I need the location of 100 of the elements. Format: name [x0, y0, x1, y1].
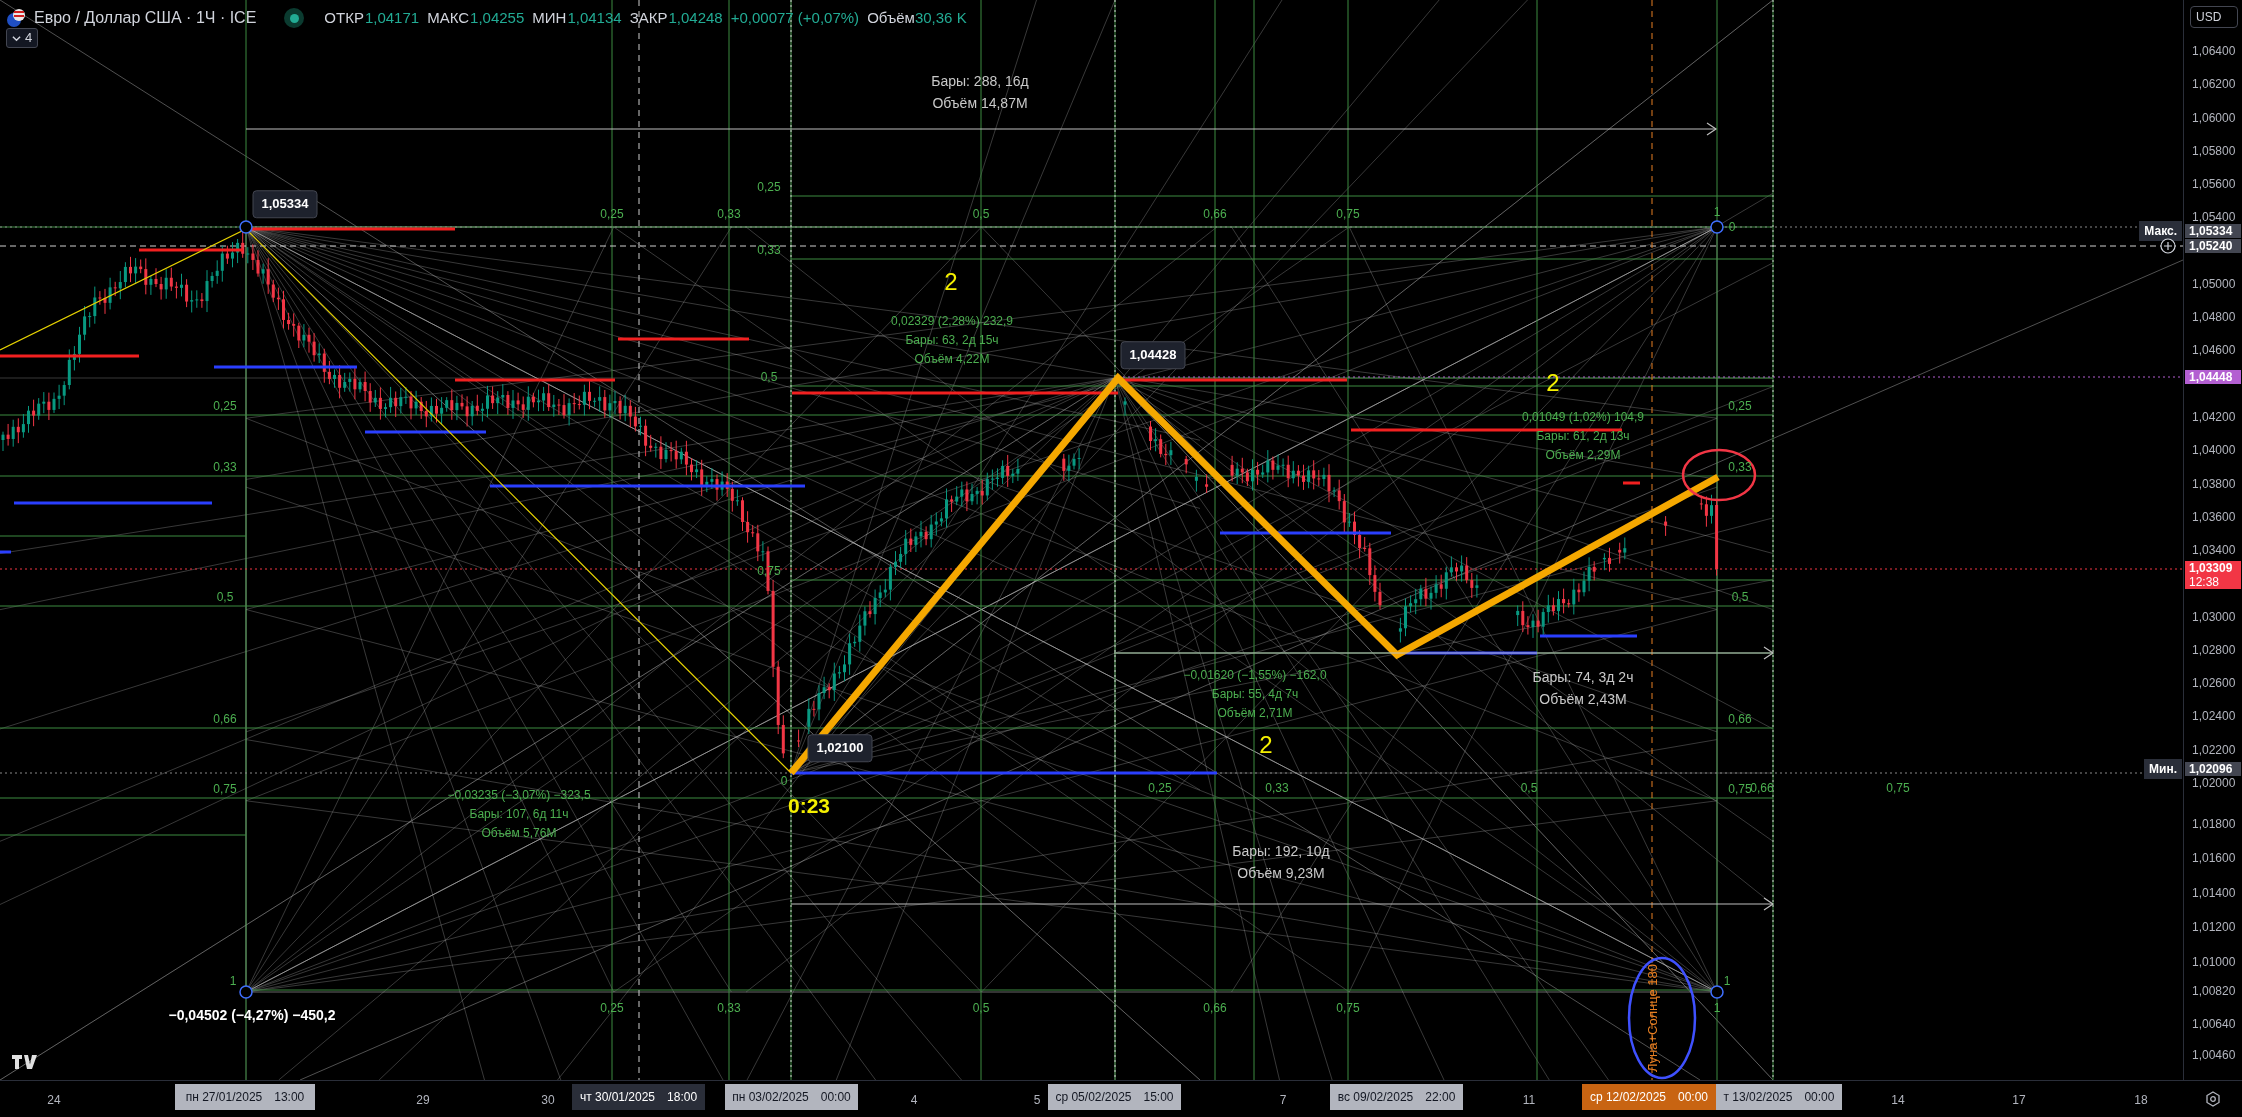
fib-level-label: 0,66	[213, 711, 237, 728]
price-tick: 1,01400	[2191, 887, 2236, 899]
measurement-text: Бары: 74, 3д 2ч	[1532, 667, 1634, 687]
marker-date: вс 09/02/2025	[1337, 1089, 1414, 1106]
time-mark: 0:23	[788, 793, 830, 820]
fib-level-label: 0,25	[600, 206, 624, 223]
ohlc-label: ЗАКР	[629, 7, 668, 28]
fib-level-label: 0,5	[1731, 589, 1749, 606]
ohlc-value: 1,04134	[567, 7, 622, 28]
marker-date: пн 27/01/2025	[185, 1089, 263, 1106]
ohlc-value: 1,04248	[668, 7, 723, 28]
price-tick: 1,05000	[2191, 277, 2236, 290]
vertical-note: Луна+Солнце 180	[1644, 963, 1660, 1073]
indicators-toggle[interactable]: 4	[6, 28, 39, 48]
price-tick: 1,00640	[2191, 1018, 2236, 1030]
measurement-text: Объём 2,29M	[1545, 447, 1621, 464]
ohlc-value: 1,04171	[364, 7, 420, 28]
price-badge: 1,05240	[2185, 239, 2241, 253]
time-tick: 24	[47, 1092, 61, 1109]
price-tick: 1,00820	[2191, 985, 2236, 997]
marker-time: 13:00	[274, 1089, 305, 1106]
fib-level-label: 0,66	[1750, 780, 1774, 797]
price-change: +0,00077 (+0,07%)	[730, 7, 860, 28]
measurement-text: Бары: 288, 16д	[931, 71, 1029, 91]
measurement-text: Бары: 55, 4д 7ч	[1211, 686, 1299, 703]
marker-time: 22:00	[1425, 1089, 1456, 1106]
volume-value: 30,36 K	[914, 7, 967, 28]
fib-level-label: 0,66	[1203, 1000, 1227, 1017]
measurement-text: Объём 9,23M	[1237, 863, 1325, 883]
price-tick: 1,02400	[2191, 710, 2236, 723]
measurement-text: Бары: 61, 2д 13ч	[1536, 428, 1630, 445]
fib-level-label: 0,33	[717, 1000, 741, 1017]
price-badge: 1,04448	[2185, 370, 2241, 384]
price-tick: 1,02800	[2191, 643, 2236, 656]
time-tick: 17	[2012, 1092, 2026, 1109]
price-tick: 1,06400	[2191, 45, 2236, 57]
fib-level-label: 0,75	[1336, 206, 1360, 223]
marker-time: 00:00	[820, 1089, 851, 1106]
fib-level-label: 0,5	[972, 1000, 990, 1017]
fib-level-label: 0,25	[1728, 398, 1752, 415]
measurement-text: 0,01049 (1,02%) 104,9	[1521, 409, 1645, 426]
fib-level-label: 0	[1728, 219, 1736, 236]
time-tick: 30	[541, 1092, 555, 1109]
wave-label: 2	[944, 267, 958, 297]
price-tick: 1,03400	[2191, 544, 2236, 557]
fib-level-label: 0,75	[1728, 781, 1752, 798]
fib-level-label: 1	[229, 973, 237, 990]
fib-level-label: 0	[780, 773, 788, 790]
volume-label: Объём	[867, 7, 915, 28]
price-tick: 1,04800	[2191, 311, 2236, 324]
measurement-text: −0,03235 (−3,07%) −323,5	[447, 787, 591, 804]
time-tick: 5	[1033, 1092, 1041, 1109]
marker-date: т 13/02/2025	[1723, 1089, 1793, 1106]
price-tick: 1,01000	[2191, 956, 2236, 968]
measurement-text: Объём 4,22M	[914, 351, 990, 368]
time-tick: 29	[416, 1092, 430, 1109]
marker-time: 18:00	[667, 1089, 698, 1106]
price-tick: 1,04000	[2191, 444, 2236, 457]
fib-level-label: 0,5	[760, 369, 778, 386]
fib-level-label: 0,75	[1336, 1000, 1360, 1017]
fib-level-label: 0,33	[717, 206, 741, 223]
price-tick: 1,03800	[2191, 477, 2236, 490]
price-tick: 1,02000	[2191, 776, 2236, 789]
fib-level-label: 0,25	[600, 1000, 624, 1017]
price-tick: 1,04600	[2191, 344, 2236, 357]
measurement-text: Бары: 192, 10д	[1232, 841, 1330, 861]
fib-level-label: 0,33	[757, 242, 781, 259]
measurement-text: −0,01620 (−1,55%) −162,0	[1183, 667, 1327, 684]
price-tick: 1,02200	[2191, 743, 2236, 756]
fib-level-label: 0,25	[757, 179, 781, 196]
fib-level-label: 0,33	[213, 459, 237, 476]
currency-selector[interactable]: USD	[2190, 6, 2238, 28]
marker-date: чт 30/01/2025	[579, 1089, 656, 1106]
fib-level-label: 1	[1723, 973, 1731, 990]
price-tick: 1,01600	[2191, 852, 2236, 864]
price-tick: 1,02600	[2191, 677, 2236, 690]
fib-level-label: 0,25	[213, 398, 237, 415]
price-label: 1,02100	[807, 734, 873, 762]
price-badge: 1,05334	[2185, 224, 2241, 238]
fib-level-label: 0,5	[972, 206, 990, 223]
marker-time: 15:00	[1143, 1089, 1174, 1106]
time-tick: 18	[2134, 1092, 2148, 1109]
price-tick: 1,05400	[2191, 211, 2236, 224]
fib-level-label: 0,25	[1148, 780, 1172, 797]
price-tick: 1,05600	[2191, 178, 2236, 191]
ohlc-value: 1,04255	[470, 7, 525, 28]
price-badge: 1,02096	[2185, 762, 2241, 776]
price-tick: 1,01800	[2191, 818, 2236, 830]
fib-level-label: 0,75	[213, 781, 237, 798]
measurement-text: 0,02329 (2,28%) 232,9	[890, 313, 1014, 330]
time-tick: 11	[1522, 1092, 1536, 1109]
fib-level-label: 0,33	[1265, 780, 1289, 797]
marker-date: пн 03/02/2025	[732, 1089, 809, 1106]
symbol-title[interactable]: Евро / Доллар США · 1Ч · ICE	[34, 6, 257, 30]
fib-level-label: 0,75	[1886, 780, 1910, 797]
fib-level-label: 0,66	[1203, 206, 1227, 223]
price-tick: 1,03000	[2191, 610, 2236, 623]
measurement-text: Объём 14,87M	[932, 93, 1028, 113]
measurement-text: −0,04502 (−4,27%) −450,2	[168, 1005, 336, 1025]
price-label: 1,05334	[252, 190, 318, 218]
